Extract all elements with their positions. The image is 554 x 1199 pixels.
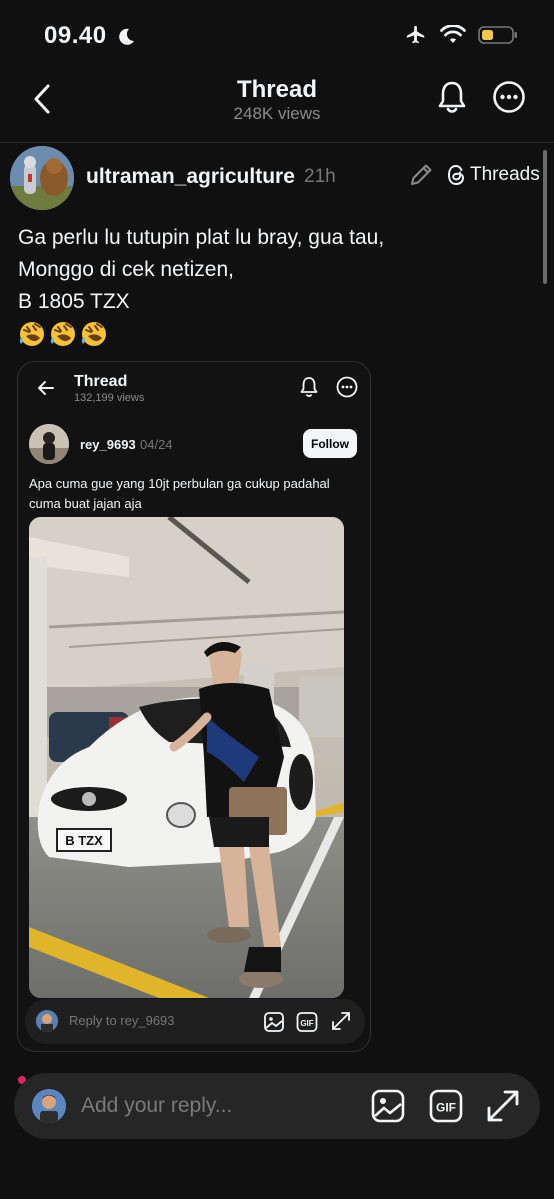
wifi-icon [440, 25, 466, 43]
reply-input[interactable]: Add your reply... [81, 1094, 232, 1118]
more-icon[interactable] [492, 80, 526, 114]
image-icon[interactable] [371, 1089, 405, 1123]
embedded-reply-placeholder: Reply to rey_9693 [69, 1013, 175, 1028]
threads-badge[interactable]: Threads [446, 164, 540, 186]
post-body: Ga perlu lu tutupin plat lu bray, gua ta… [18, 222, 384, 318]
page-title: Thread [236, 76, 317, 103]
follow-button: Follow [303, 429, 357, 458]
expand-icon[interactable] [485, 1088, 521, 1124]
expand-icon [332, 1012, 350, 1030]
embedded-title: Thread [74, 373, 128, 390]
avatar [32, 1089, 66, 1123]
post-line: Ga perlu lu tutupin plat lu bray, gua ta… [18, 226, 385, 249]
svg-text:GIF: GIF [300, 1019, 313, 1028]
avatar [36, 1010, 58, 1032]
pencil-icon[interactable] [408, 162, 434, 188]
avatar [29, 424, 69, 464]
post-line: B 1805 TZX [18, 290, 130, 313]
post-header: ultraman_agriculture 21h Threads [10, 146, 545, 210]
bell-icon [300, 377, 318, 397]
gif-icon[interactable]: GIF [429, 1089, 463, 1123]
views-count: 248K views [233, 104, 321, 123]
moon-icon [119, 28, 134, 45]
post-username[interactable]: ultraman_agriculture [86, 165, 295, 189]
gif-icon: GIF [296, 1012, 318, 1032]
svg-text:GIF: GIF [436, 1101, 456, 1115]
threads-badge-label: Threads [470, 164, 540, 185]
top-nav: Thread 248K views [0, 72, 554, 132]
embedded-text: Apa cuma gue yang 10jt perbulan ga cukup… [29, 476, 330, 511]
parking-photo: B TZX [29, 517, 344, 998]
embedded-date: 04/24 [140, 437, 173, 452]
status-time: 09.40 [44, 22, 107, 49]
avatar[interactable] [10, 146, 74, 210]
embedded-screenshot[interactable]: Thread 132,199 views rey_9693 04/24 Foll… [17, 361, 371, 1052]
bell-icon[interactable] [436, 80, 468, 116]
rofl-emoji-icon [19, 322, 44, 346]
post-line: Monggo di cek netizen, [18, 258, 234, 281]
embedded-views: 132,199 views [74, 392, 145, 404]
reply-bar[interactable]: Add your reply... GIF [14, 1073, 540, 1139]
embedded-username: rey_9693 [80, 437, 136, 452]
threads-logo-icon [447, 164, 465, 186]
post-time: 21h [304, 166, 336, 187]
rofl-emoji-icon [50, 322, 75, 346]
more-icon [336, 376, 358, 398]
battery-icon [478, 26, 517, 44]
status-bar: 09.40 [0, 0, 554, 72]
emoji-row [18, 320, 108, 348]
back-icon [38, 381, 54, 395]
embedded-reply-bar: Reply to rey_9693 GIF [25, 999, 365, 1044]
plate-text: B TZX [65, 833, 103, 848]
image-icon [264, 1012, 284, 1032]
rofl-emoji-icon [81, 322, 106, 346]
divider [0, 142, 554, 143]
airplane-icon [406, 25, 425, 44]
